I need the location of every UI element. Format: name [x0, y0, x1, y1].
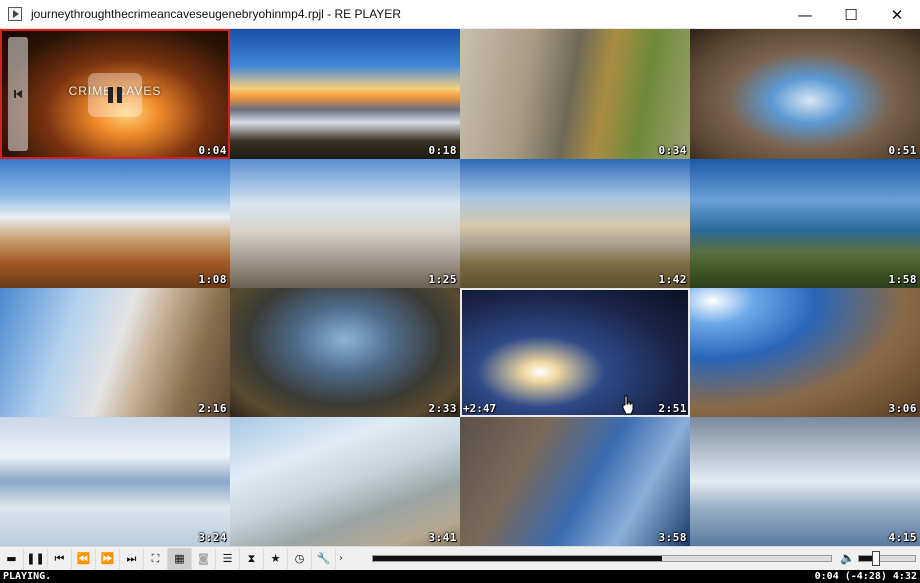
thumbnail-tile[interactable]: 0:18 [230, 29, 460, 159]
clock-button[interactable]: ◷ [288, 547, 312, 570]
minimize-button[interactable]: — [782, 0, 828, 29]
next-button[interactable]: ⏭ [120, 547, 144, 570]
status-bar: PLAYING. 0:04 (-4:28) 4:32 [0, 570, 920, 583]
tile-elapsed-offset: +2:47 [463, 402, 497, 415]
thumbnail-tile[interactable]: 3:06 [690, 288, 920, 417]
seek-progress [373, 556, 662, 561]
settings-button[interactable]: 🔧 [312, 547, 336, 570]
thumbnail-tile[interactable]: 1:42 [460, 159, 690, 288]
control-toolbar: ▬ ❚❚ ⏮ ⏪ ⏩ ⏭ ⛶ ▦ ◙ ☰ ⧗ ★ ◷ 🔧 › 🔈 [0, 546, 920, 570]
pause-button[interactable]: ❚❚ [24, 547, 48, 570]
tile-timestamp: 1:25 [428, 273, 457, 286]
tile-timestamp: 0:18 [428, 144, 457, 157]
tile-timestamp: 3:24 [198, 531, 227, 544]
favorite-button[interactable]: ★ [264, 547, 288, 570]
fullscreen-button[interactable]: ⛶ [144, 547, 168, 570]
pause-icon [108, 87, 122, 103]
playlist-button[interactable]: ☰ [216, 547, 240, 570]
tile-timestamp: 1:08 [198, 273, 227, 286]
tile-timestamp: 0:34 [658, 144, 687, 157]
volume-icon[interactable]: 🔈 [840, 551, 855, 565]
tile-timestamp: 2:51 [658, 402, 687, 415]
skip-back-panel[interactable] [8, 37, 28, 151]
hourglass-button[interactable]: ⧗ [240, 547, 264, 570]
tile-timestamp: 3:06 [888, 402, 917, 415]
pause-overlay-button[interactable] [88, 73, 142, 117]
skip-back-icon [14, 90, 22, 98]
thumbnail-tile[interactable]: 3:41 [230, 417, 460, 546]
thumbnail-tile[interactable]: 4:15 [690, 417, 920, 546]
tile-timestamp: 0:51 [888, 144, 917, 157]
tile-timestamp: 0:04 [198, 144, 227, 157]
thumbnail-tile[interactable]: 3:58 [460, 417, 690, 546]
snapshot-button[interactable]: ◙ [192, 547, 216, 570]
rewind-button[interactable]: ⏪ [72, 547, 96, 570]
thumbnail-tile[interactable]: 1:25 [230, 159, 460, 288]
volume-slider[interactable] [858, 551, 916, 566]
playback-state: PLAYING. [3, 571, 52, 582]
close-button[interactable]: ✕ [874, 0, 920, 29]
window-controls: — ☐ ✕ [782, 0, 920, 29]
thumbnail-grid: CRIME CAVES 0:04 0:18 0:34 0:51 1:08 1:2… [0, 29, 920, 546]
hand-cursor-icon [622, 395, 634, 415]
thumbnail-tile[interactable]: 1:08 [0, 159, 230, 288]
window-title: journeythroughthecrimeancaveseugenebryoh… [31, 7, 401, 21]
more-arrow-button[interactable]: › [336, 548, 346, 570]
thumbnail-tile[interactable]: 0:51 [690, 29, 920, 159]
tile-timestamp: 4:15 [888, 531, 917, 544]
thumbnail-tile[interactable]: 2:33 [230, 288, 460, 417]
tile-timestamp: 1:58 [888, 273, 917, 286]
tile-timestamp: 3:58 [658, 531, 687, 544]
grid-view-button[interactable]: ▦ [168, 547, 192, 570]
previous-button[interactable]: ⏮ [48, 547, 72, 570]
thumbnail-tile[interactable]: 1:58 [690, 159, 920, 288]
thumbnail-tile[interactable]: 3:24 [0, 417, 230, 546]
title-bar: journeythroughthecrimeancaveseugenebryoh… [0, 0, 920, 29]
thumbnail-tile[interactable]: 0:34 [460, 29, 690, 159]
tile-timestamp: 2:33 [428, 402, 457, 415]
seek-bar[interactable] [372, 555, 832, 562]
app-icon [8, 7, 22, 21]
maximize-button[interactable]: ☐ [828, 0, 874, 29]
thumbnail-tile[interactable]: CRIME CAVES 0:04 [0, 29, 230, 159]
thumbnail-tile[interactable]: 2:16 [0, 288, 230, 417]
thumbnail-tile[interactable]: +2:47 2:51 [460, 288, 690, 417]
tile-timestamp: 1:42 [658, 273, 687, 286]
tile-timestamp: 3:41 [428, 531, 457, 544]
tile-timestamp: 2:16 [198, 402, 227, 415]
fast-forward-button[interactable]: ⏩ [96, 547, 120, 570]
playback-time: 0:04 (-4:28) 4:32 [814, 571, 917, 582]
open-folder-button[interactable]: ▬ [0, 547, 24, 570]
volume-thumb[interactable] [872, 551, 880, 566]
